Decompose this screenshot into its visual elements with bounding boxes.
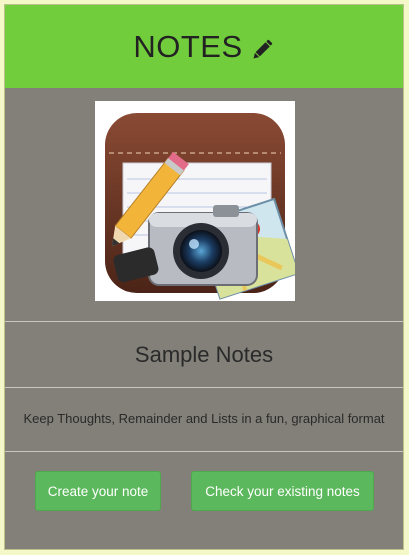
app-title: Sample Notes	[134, 342, 274, 367]
divider	[5, 387, 403, 388]
app-tagline: Keep Thoughts, Remainder and Lists in a …	[23, 411, 385, 426]
header-bar: NOTES	[5, 5, 403, 88]
create-note-button[interactable]: Create your note	[35, 471, 161, 511]
check-notes-button[interactable]: Check your existing notes	[191, 471, 374, 511]
app-container: NOTES Sample Notes Keep Thoughts, Remain…	[4, 4, 404, 550]
divider	[5, 451, 403, 452]
pencil-icon	[249, 37, 275, 63]
notes-app-logo	[95, 101, 300, 301]
page-title: NOTES	[133, 28, 243, 64]
divider	[5, 321, 403, 322]
